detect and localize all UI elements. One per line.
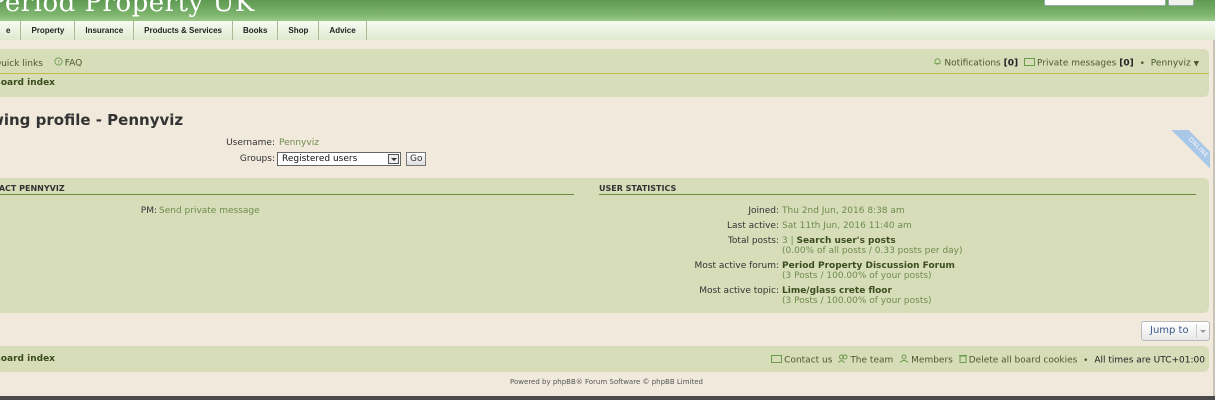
bell-icon <box>933 57 942 69</box>
most-active-topic-link[interactable]: Lime/glass crete floor <box>782 286 892 296</box>
search-user-posts-link[interactable]: Search user's posts <box>797 236 896 246</box>
total-posts-sub: (0.00% of all posts / 0.33 posts per day… <box>782 246 963 256</box>
send-private-message-link[interactable]: Send private message <box>159 206 260 216</box>
site-header: Period Property UK <box>0 0 1215 21</box>
svg-text:?: ? <box>57 60 60 66</box>
most-active-topic-label: Most active topic: <box>699 286 779 296</box>
chevron-down-icon: ▼ <box>1193 59 1199 68</box>
pm-label: PM: <box>140 206 157 216</box>
go-button[interactable]: Go <box>406 152 427 166</box>
most-active-forum-link[interactable]: Period Property Discussion Forum <box>782 261 955 271</box>
faq-link[interactable]: FAQ <box>65 59 82 69</box>
total-posts-label: Total posts: <box>727 236 779 246</box>
jump-to-label: Jump to <box>1150 325 1189 336</box>
members-icon <box>899 354 909 366</box>
search-input[interactable] <box>1044 0 1166 6</box>
username-label: Username: <box>226 138 275 148</box>
envelope-icon <box>1023 57 1035 69</box>
timezone-text: All times are UTC+01:00 <box>1094 355 1205 366</box>
nav-item-shop[interactable]: Shop <box>278 21 320 40</box>
footer-panel: Board index Contact us The team Members … <box>0 346 1209 372</box>
separator-bullet: • <box>1083 355 1089 366</box>
envelope-icon <box>771 354 783 366</box>
most-active-forum-sub: (3 Posts / 100.00% of your posts) <box>782 271 932 281</box>
joined-value: Thu 2nd Jun, 2016 8:38 am <box>782 206 905 216</box>
notifications-link[interactable]: Notifications <box>944 59 1000 69</box>
contact-us-link[interactable]: Contact us <box>784 356 832 366</box>
chevron-down-icon <box>388 154 399 164</box>
username-value: Pennyviz <box>279 138 319 148</box>
joined-label: Joined: <box>748 206 779 216</box>
page-wrap: Quick links ? FAQ Notifications [0] Priv… <box>0 40 1215 396</box>
most-active-topic-value[interactable]: Lime/glass crete floor <box>782 286 892 296</box>
private-messages-link[interactable]: Private messages <box>1037 59 1116 69</box>
search-button[interactable] <box>1168 0 1194 6</box>
online-ribbon: ONLINE <box>1160 130 1210 170</box>
breadcrumb[interactable]: Board index <box>0 78 55 88</box>
groups-label: Groups: <box>239 154 275 164</box>
last-active-value: Sat 11th Jun, 2016 11:40 am <box>782 221 912 231</box>
members-link[interactable]: Members <box>911 356 953 366</box>
nav-panel: Quick links ? FAQ Notifications [0] Priv… <box>0 49 1209 97</box>
nav-item-products-services[interactable]: Products & Services <box>134 21 233 40</box>
stats-panel: TACT PENNYVIZ USER STATISTICS PM: Send p… <box>0 178 1209 313</box>
nav-item-home[interactable]: e <box>0 21 22 40</box>
groups-selected-value: Registered users <box>282 154 358 164</box>
quick-links-menu[interactable]: Quick links <box>0 59 43 69</box>
the-team-link[interactable]: The team <box>850 356 893 366</box>
footer-breadcrumb[interactable]: Board index <box>0 354 55 364</box>
contact-section-title: TACT PENNYVIZ <box>0 184 574 195</box>
site-title[interactable]: Period Property UK <box>0 0 255 18</box>
most-active-topic-sub: (3 Posts / 100.00% of your posts) <box>782 296 932 306</box>
last-active-label: Last active: <box>727 221 779 231</box>
trash-icon <box>958 354 967 366</box>
jump-to-button[interactable]: Jump to <box>1141 321 1210 341</box>
most-active-forum-value[interactable]: Period Property Discussion Forum <box>782 261 955 271</box>
total-posts-row: 3 | Search user's posts <box>782 236 896 246</box>
chevron-down-icon <box>1200 330 1206 333</box>
powered-by-text: Powered by phpBB® Forum Software © phpBB… <box>510 378 703 386</box>
user-menu[interactable]: Pennyviz <box>1151 59 1191 69</box>
nav-item-books[interactable]: Books <box>233 21 279 40</box>
nav-item-advice[interactable]: Advice <box>319 21 367 40</box>
main-nav: e Property Insurance Products & Services… <box>0 21 1215 41</box>
nav-item-property[interactable]: Property <box>21 21 76 40</box>
quick-links-row: Quick links ? FAQ Notifications [0] Priv… <box>0 55 1209 74</box>
team-icon <box>838 354 848 366</box>
online-label: ONLINE <box>1171 130 1210 170</box>
total-posts-value: 3 <box>782 236 788 246</box>
faq-icon: ? <box>54 57 63 69</box>
private-messages-count: [0] <box>1119 58 1134 69</box>
nav-item-insurance[interactable]: Insurance <box>75 21 135 40</box>
pipe-separator: | <box>790 236 794 246</box>
separator-bullet: • <box>1139 58 1145 69</box>
stats-section-title: USER STATISTICS <box>599 184 1196 195</box>
groups-select[interactable]: Registered users <box>277 152 401 166</box>
delete-cookies-link[interactable]: Delete all board cookies <box>969 356 1078 366</box>
page-title: wing profile - Pennyviz <box>0 111 184 129</box>
most-active-forum-label: Most active forum: <box>694 261 779 271</box>
notifications-count: [0] <box>1003 58 1019 69</box>
